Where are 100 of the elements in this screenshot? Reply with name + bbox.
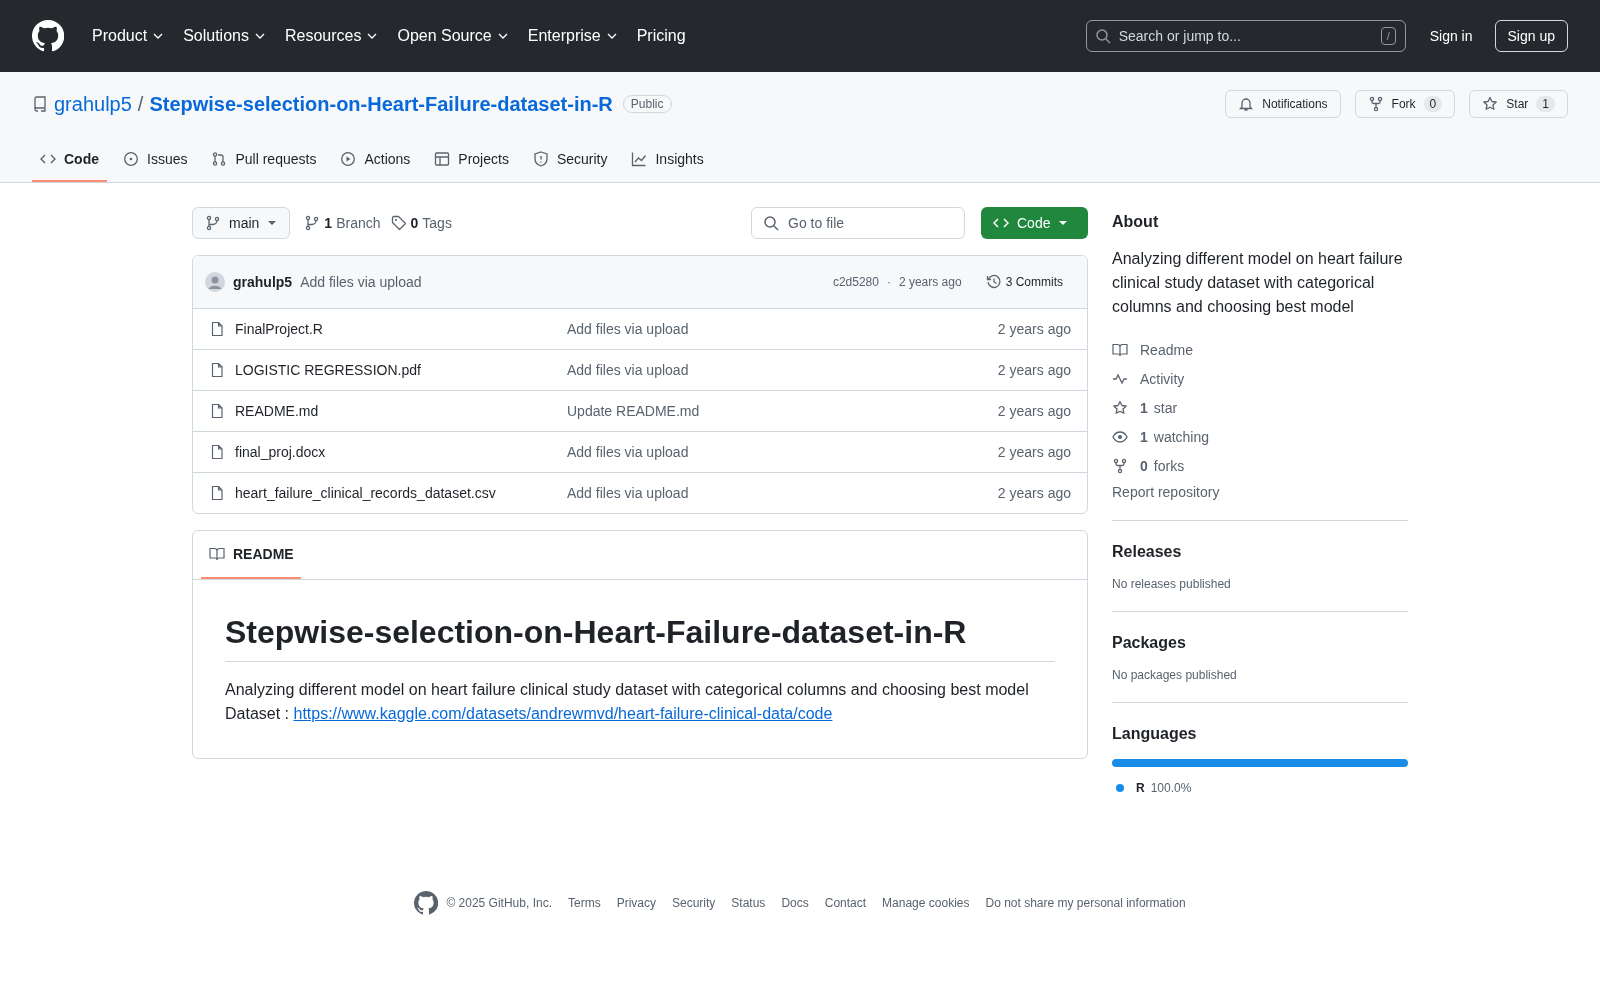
fork-button[interactable]: Fork 0 <box>1354 90 1456 118</box>
commit-message-link[interactable]: Add files via upload <box>567 444 988 460</box>
github-logo-icon[interactable] <box>32 20 64 52</box>
report-repository-link[interactable]: Report repository <box>1112 484 1408 500</box>
releases-note: No releases published <box>1112 577 1232 591</box>
branch-select-button[interactable]: main <box>192 207 291 239</box>
footer-link[interactable]: Status <box>731 896 766 910</box>
repository-tab[interactable]: Projects <box>426 142 517 182</box>
go-to-file-field[interactable]: Go to file <box>751 207 965 239</box>
dataset-link[interactable]: https://www.kaggle.com/datasets/andrewmvd/heart-failure-clinical-data/code <box>293 705 833 722</box>
book-icon <box>209 546 225 562</box>
commits-link[interactable]: 3 Commits <box>977 270 1071 294</box>
fork-icon <box>1367 96 1384 112</box>
branches-link[interactable]: 1 Branch <box>304 215 381 231</box>
language-name[interactable]: R <box>1136 781 1145 795</box>
commit-message-link[interactable]: Update README.md <box>567 403 988 419</box>
file-name-link[interactable]: README.md <box>235 403 557 419</box>
nav-menu-button[interactable]: Pricing <box>628 21 694 51</box>
copyright-text: © 2025 GitHub, Inc. <box>446 896 552 910</box>
file-name-link[interactable]: heart_failure_clinical_records_dataset.csv <box>235 485 557 501</box>
pulse-link[interactable]: Activity <box>1112 364 1408 393</box>
file-name-link[interactable]: final_proj.docx <box>235 444 557 460</box>
file-name-link[interactable]: FinalProject.R <box>235 321 557 337</box>
commit-time: 2 years ago <box>997 403 1071 419</box>
caret-icon <box>267 220 278 226</box>
code-button[interactable]: Code <box>981 207 1088 239</box>
star-link[interactable]: 1 star <box>1112 393 1408 422</box>
avatar-icon <box>205 272 225 292</box>
sign-in-link[interactable]: Sign in <box>1429 28 1473 44</box>
footer-link[interactable]: Privacy <box>616 896 656 910</box>
dataset-label: Dataset : <box>225 705 290 722</box>
sign-up-button[interactable]: Sign up <box>1494 20 1568 52</box>
book-icon <box>1112 341 1128 358</box>
footer-link[interactable]: Docs <box>781 896 809 910</box>
repository-tab[interactable]: Actions <box>332 142 419 182</box>
shortcut-key: / <box>1380 27 1396 45</box>
readme-description: Analyzing different model on heart failure clinical study dataset with categorical columns and choosing best model <box>225 680 1030 700</box>
repository-name-link[interactable]: Stepwise-selection-on-Heart-Failure-dataset-in-R <box>149 92 613 116</box>
branch-icon <box>205 215 221 231</box>
repository-tab[interactable]: Security <box>524 142 616 182</box>
graph-icon <box>631 151 648 167</box>
nav-menu-button[interactable]: Product <box>84 21 172 51</box>
fork-icon <box>1112 457 1128 474</box>
repository-tab[interactable]: Pull requests <box>203 142 325 182</box>
table-icon <box>434 151 451 167</box>
counter: 1 <box>1536 96 1555 112</box>
commit-author-link[interactable]: grahulp5 <box>233 274 293 290</box>
file-icon <box>209 321 225 337</box>
repository-tab[interactable]: Code <box>32 142 107 182</box>
commit-message-link[interactable]: Add files via upload <box>567 485 988 501</box>
counter: 0 <box>1423 96 1443 112</box>
eye-link[interactable]: 1 watching <box>1112 422 1408 451</box>
releases-heading: Releases <box>1112 543 1183 561</box>
about-heading: About <box>1112 213 1160 231</box>
nav-menu-button[interactable]: Resources <box>276 21 386 51</box>
bell-icon <box>1238 96 1255 112</box>
footer-link[interactable]: Terms <box>567 896 601 910</box>
repository-tab[interactable]: Insights <box>623 142 712 182</box>
eye-icon <box>1112 428 1128 445</box>
footer-link[interactable]: Do not share my personal information <box>985 896 1186 910</box>
packages-note: No packages published <box>1112 668 1238 682</box>
branch-icon <box>304 215 321 231</box>
commit-time: 2 years ago <box>997 321 1071 337</box>
readme-title: Stepwise-selection-on-Heart-Failure-dataset-in-R <box>225 614 1055 662</box>
commit-time: 2 years ago <box>898 275 962 289</box>
commit-message-link[interactable]: Add files via upload <box>300 274 422 290</box>
book-link[interactable]: Readme <box>1112 335 1408 364</box>
packages-heading: Packages <box>1112 634 1187 652</box>
search-icon <box>763 215 779 231</box>
nav-menu-button[interactable]: Solutions <box>175 21 273 51</box>
path-separator: / <box>137 92 144 116</box>
language-percent: 100.0% <box>1150 781 1192 795</box>
star-button[interactable]: Star 1 <box>1469 90 1568 118</box>
separator-dot: · <box>886 275 891 289</box>
play-icon <box>340 151 357 167</box>
shield-icon <box>532 151 549 167</box>
commit-message-link[interactable]: Add files via upload <box>567 362 988 378</box>
nav-menu-button[interactable]: Open Source <box>389 21 516 51</box>
footer-link[interactable]: Manage cookies <box>882 896 970 910</box>
star-icon <box>1482 96 1499 112</box>
commit-time: 2 years ago <box>997 444 1071 460</box>
notifications-button[interactable]: Notifications <box>1225 90 1341 118</box>
readme-tab[interactable]: README <box>201 531 301 579</box>
nav-menu-button[interactable]: Enterprise <box>519 21 625 51</box>
owner-link[interactable]: grahulp5 <box>54 92 132 116</box>
commit-hash-link[interactable]: c2d5280 <box>832 275 879 289</box>
github-logo-icon[interactable] <box>414 891 439 915</box>
history-icon <box>985 274 1002 290</box>
repository-tab[interactable]: Issues <box>115 142 196 182</box>
footer-link[interactable]: Security <box>672 896 716 910</box>
file-name-link[interactable]: LOGISTIC REGRESSION.pdf <box>235 362 557 378</box>
file-icon <box>209 444 225 460</box>
file-icon <box>209 485 225 501</box>
commit-time: 2 years ago <box>997 362 1071 378</box>
about-description: Analyzing different model on heart failure clinical study dataset with categorical columns and choosing best model <box>1112 249 1404 317</box>
commit-message-link[interactable]: Add files via upload <box>567 321 988 337</box>
footer-link[interactable]: Contact <box>824 896 867 910</box>
tags-link[interactable]: 0 Tags <box>390 215 452 231</box>
fork-link[interactable]: 0 forks <box>1112 451 1408 480</box>
search-icon <box>1094 28 1111 44</box>
